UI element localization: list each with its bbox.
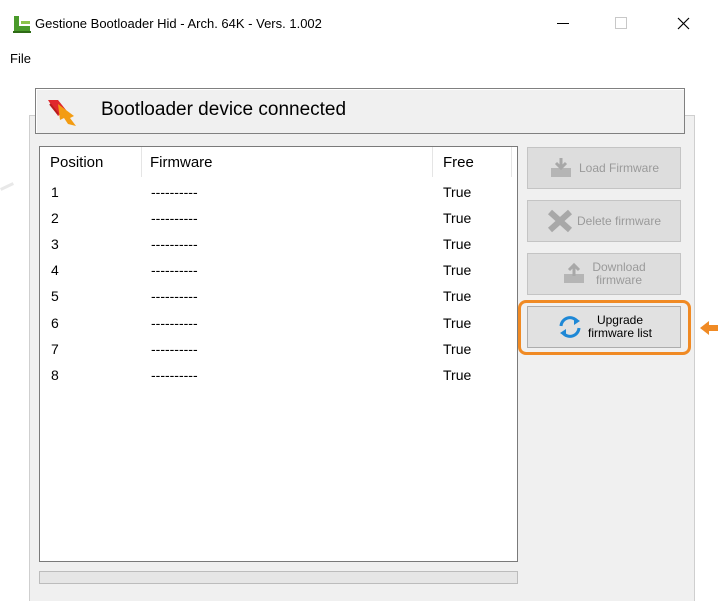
- download-firmware-label: Download firmware: [592, 261, 645, 287]
- download-label-line2: firmware: [595, 273, 642, 287]
- cell-position: 4: [51, 262, 59, 278]
- highlight-annotation: [518, 300, 691, 355]
- column-separator: [141, 147, 142, 177]
- column-header-position[interactable]: Position: [50, 154, 103, 171]
- maximize-icon: [615, 17, 627, 29]
- cell-firmware: ----------: [151, 184, 198, 200]
- close-icon: [677, 17, 689, 29]
- arrow-annotation-icon: [700, 320, 718, 336]
- column-separator: [511, 147, 512, 177]
- download-firmware-button[interactable]: Download firmware: [527, 253, 681, 295]
- status-text: Bootloader device connected: [101, 99, 347, 120]
- cell-firmware: ----------: [151, 341, 198, 357]
- cell-free: True: [443, 341, 472, 357]
- load-firmware-label: Load Firmware: [578, 160, 660, 175]
- cell-position: 6: [51, 315, 59, 331]
- cell-free: True: [443, 315, 472, 331]
- cell-position: 3: [51, 236, 59, 252]
- cell-free: True: [443, 288, 472, 304]
- column-header-free[interactable]: Free: [443, 154, 474, 171]
- minimize-icon: [557, 23, 569, 24]
- cell-free: True: [443, 236, 472, 252]
- cell-firmware: ----------: [151, 236, 198, 252]
- cell-firmware: ----------: [151, 210, 198, 226]
- cell-firmware: ----------: [151, 288, 198, 304]
- menu-file[interactable]: File: [10, 51, 31, 66]
- cell-firmware: ----------: [151, 262, 198, 278]
- minimize-button[interactable]: [540, 8, 586, 38]
- window-title: Gestione Bootloader Hid - Arch. 64K - Ve…: [35, 16, 322, 31]
- cell-free: True: [443, 262, 472, 278]
- column-separator: [432, 147, 433, 177]
- download-firmware-icon: [564, 262, 585, 283]
- delete-firmware-label: Delete firmware: [576, 213, 662, 228]
- app-icon: [12, 13, 34, 35]
- cell-position: 1: [51, 184, 59, 200]
- cell-firmware: ----------: [151, 367, 198, 383]
- column-header-firmware[interactable]: Firmware: [150, 154, 213, 171]
- cell-free: True: [443, 210, 472, 226]
- close-button[interactable]: [660, 8, 706, 38]
- progress-bar: [39, 571, 518, 584]
- delete-firmware-button[interactable]: Delete firmware: [527, 200, 681, 242]
- menu-bar: [0, 46, 718, 70]
- cell-position: 8: [51, 367, 59, 383]
- load-firmware-icon: [550, 158, 571, 177]
- cell-position: 5: [51, 288, 59, 304]
- delete-icon: [547, 209, 572, 233]
- usb-plug-arrow-icon: [44, 94, 80, 128]
- cell-firmware: ----------: [151, 315, 198, 331]
- maximize-button[interactable]: [598, 8, 644, 38]
- cell-position: 2: [51, 210, 59, 226]
- cell-free: True: [443, 184, 472, 200]
- load-firmware-button[interactable]: Load Firmware: [527, 147, 681, 189]
- cell-free: True: [443, 367, 472, 383]
- background-decoration: [0, 182, 14, 191]
- cell-position: 7: [51, 341, 59, 357]
